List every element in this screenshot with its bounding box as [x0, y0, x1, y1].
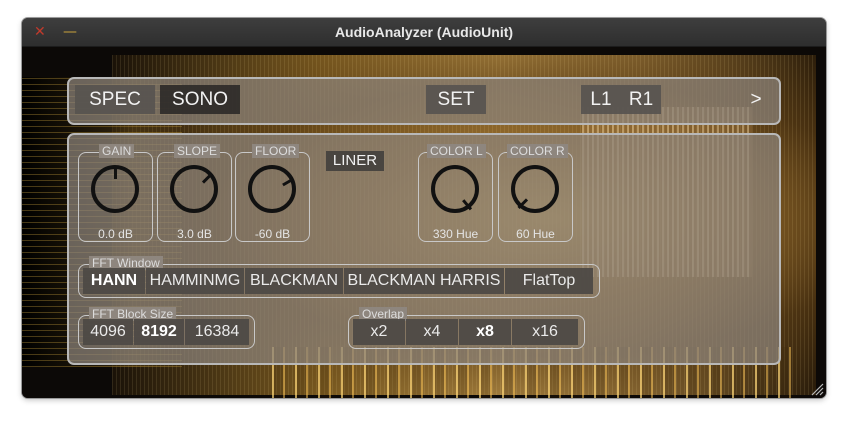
color-right-knob-indicator	[516, 198, 528, 210]
settings-panel: GAIN 0.0 dB SLOPE 3.0 dB FLOOR -60 dB LI…	[67, 133, 781, 365]
slope-knob-indicator	[201, 172, 213, 184]
plugin-window: ✕ — AudioAnalyzer (AudioUnit) SPEC SONO …	[22, 18, 826, 398]
fft-window-group: FFT Window HANN HAMMINMG BLACKMAN BLACKM…	[78, 256, 600, 298]
slope-label: SLOPE	[174, 144, 221, 158]
color-left-value: 330 Hue	[432, 227, 479, 241]
color-right-knob[interactable]	[511, 165, 559, 213]
overlap-option[interactable]: x4	[406, 319, 458, 345]
overlap-option[interactable]: x16	[512, 319, 578, 345]
fft-window-option[interactable]: BLACKMAN HARRIS	[344, 268, 504, 294]
fft-block-size-group: FFT Block Size 4096 8192 16384	[78, 307, 255, 349]
gain-value: 0.0 dB	[98, 227, 133, 241]
overlap-group: Overlap x2 x4 x8 x16	[348, 307, 585, 349]
color-left-label: COLOR L	[427, 144, 486, 158]
fft-block-option[interactable]: 4096	[83, 319, 133, 345]
fft-block-option[interactable]: 16384	[185, 319, 249, 345]
gain-label: GAIN	[99, 144, 135, 158]
gain-knob-indicator	[113, 167, 117, 179]
color-right-value: 60 Hue	[516, 227, 555, 241]
color-right-label: COLOR R	[507, 144, 568, 158]
color-right-group: COLOR R 60 Hue	[498, 144, 573, 242]
floor-value: -60 dB	[254, 227, 291, 241]
mode-toolbar: SPEC SONO SET L1 R1 >	[67, 77, 781, 125]
fft-block-option[interactable]: 8192	[134, 319, 184, 345]
resize-grip-icon[interactable]	[810, 382, 824, 396]
floor-knob[interactable]	[248, 165, 296, 213]
sono-button[interactable]: SONO	[160, 85, 240, 114]
next-page-button[interactable]: >	[745, 85, 767, 114]
title-bar: ✕ — AudioAnalyzer (AudioUnit)	[22, 18, 826, 47]
gain-knob[interactable]	[91, 165, 139, 213]
slope-knob[interactable]	[170, 165, 218, 213]
color-left-knob[interactable]	[431, 165, 479, 213]
overlap-option[interactable]: x2	[353, 319, 405, 345]
gain-group: GAIN 0.0 dB	[78, 144, 153, 242]
slope-group: SLOPE 3.0 dB	[157, 144, 232, 242]
slope-value: 3.0 dB	[177, 227, 212, 241]
floor-knob-indicator	[281, 177, 294, 187]
floor-label: FLOOR	[252, 144, 300, 158]
floor-group: FLOOR -60 dB	[235, 144, 310, 242]
color-left-knob-indicator	[461, 199, 472, 211]
liner-toggle[interactable]: LINER	[326, 151, 384, 171]
fft-window-option[interactable]: FlatTop	[505, 268, 593, 294]
spec-button[interactable]: SPEC	[75, 85, 155, 114]
left-channel-button[interactable]: L1	[581, 85, 621, 114]
fft-window-option[interactable]: HANN	[83, 268, 145, 294]
window-title: AudioAnalyzer (AudioUnit)	[334, 24, 514, 40]
right-channel-button[interactable]: R1	[621, 85, 661, 114]
fft-window-option[interactable]: HAMMINMG	[146, 268, 244, 294]
color-left-group: COLOR L 330 Hue	[418, 144, 493, 242]
overlap-option[interactable]: x8	[459, 319, 511, 345]
fft-window-option[interactable]: BLACKMAN	[245, 268, 343, 294]
settings-button[interactable]: SET	[426, 85, 486, 114]
analyzer-view: SPEC SONO SET L1 R1 > GAIN 0.0 dB SLOPE …	[22, 47, 826, 398]
